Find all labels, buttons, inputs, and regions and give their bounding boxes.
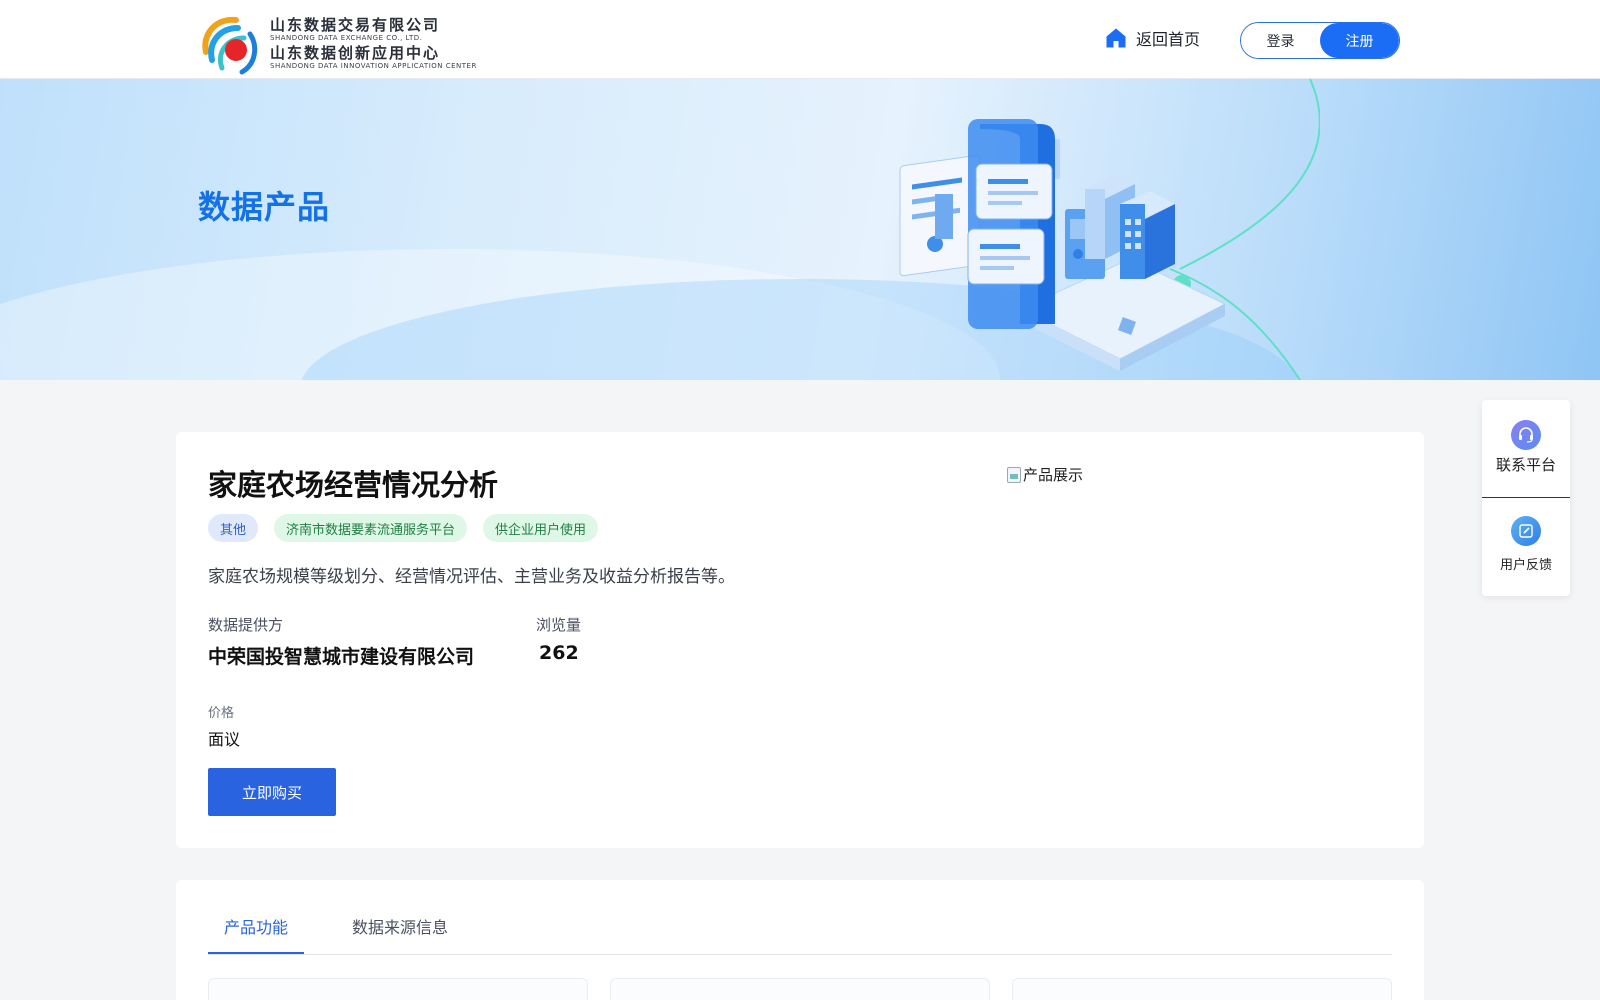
home-link-label: 返回首页: [1136, 30, 1201, 49]
price-label: 价格: [208, 706, 235, 721]
home-link[interactable]: 返回首页: [1104, 26, 1200, 50]
product-tags: 其他 济南市数据要素流通服务平台 供企业用户使用: [208, 514, 599, 542]
price-value: 面议: [208, 730, 241, 749]
provider-label: 数据提供方: [208, 616, 284, 634]
register-button[interactable]: 注册: [1320, 23, 1399, 58]
provider-value: 中荣国投智慧城市建设有限公司: [208, 646, 475, 668]
company-logo[interactable]: 山东数据交易有限公司 SHANDONG DATA EXCHANGE CO., L…: [198, 12, 477, 76]
logo-en-2: SHANDONG DATA INNOVATION APPLICATION CEN…: [270, 62, 477, 70]
views-value: 262: [539, 642, 579, 664]
panel-divider: [1482, 497, 1570, 498]
buy-now-button[interactable]: 立即购买: [208, 768, 336, 816]
function-card: [610, 978, 990, 1000]
floating-service-panel: 联系平台 用户反馈: [1482, 400, 1570, 596]
auth-buttons: 登录 注册: [1240, 22, 1400, 59]
logo-icon: [202, 16, 258, 75]
banner-title: 数据产品: [198, 188, 331, 226]
logo-text: 山东数据交易有限公司 SHANDONG DATA EXCHANGE CO., L…: [270, 18, 477, 70]
edit-icon: [1511, 516, 1541, 546]
product-title: 家庭农场经营情况分析: [208, 468, 499, 502]
broken-image-icon: [1007, 466, 1021, 483]
tab-divider: [208, 954, 1392, 955]
tag-category: 其他: [208, 514, 259, 542]
user-feedback-button[interactable]: 用户反馈: [1482, 516, 1570, 573]
login-button[interactable]: 登录: [1241, 23, 1320, 58]
logo-cn-2: 山东数据创新应用中心: [270, 44, 441, 62]
contact-platform-button[interactable]: 联系平台: [1482, 420, 1570, 475]
product-card: 家庭农场经营情况分析 其他 济南市数据要素流通服务平台 供企业用户使用 家庭农场…: [176, 432, 1424, 848]
user-feedback-label: 用户反馈: [1499, 558, 1552, 573]
tag-platform: 济南市数据要素流通服务平台: [274, 514, 468, 542]
product-description: 家庭农场规模等级划分、经营情况评估、主营业务及收益分析报告等。: [208, 567, 735, 587]
tag-audience: 供企业用户使用: [483, 514, 599, 542]
logo-cn-1: 山东数据交易有限公司: [270, 16, 441, 34]
function-card: [1012, 978, 1392, 1000]
hero-banner: 数据产品: [0, 79, 1600, 380]
detail-tabs-card: 产品功能 数据来源信息: [176, 880, 1424, 1000]
function-card: [208, 978, 588, 1000]
banner-illustration: [899, 79, 1320, 380]
headset-icon: [1511, 420, 1541, 450]
home-icon: [1106, 28, 1126, 48]
top-header: 山东数据交易有限公司 SHANDONG DATA EXCHANGE CO., L…: [0, 0, 1600, 79]
product-image: 产品展示: [1007, 464, 1083, 485]
tab-data-source[interactable]: 数据来源信息: [352, 914, 448, 938]
active-tab-indicator: [208, 952, 304, 954]
views-label: 浏览量: [536, 616, 582, 634]
contact-platform-label: 联系平台: [1495, 456, 1556, 474]
product-image-alt: 产品展示: [1023, 466, 1084, 484]
logo-en-1: SHANDONG DATA EXCHANGE CO., LTD.: [270, 34, 423, 42]
tab-product-function[interactable]: 产品功能: [224, 914, 288, 938]
